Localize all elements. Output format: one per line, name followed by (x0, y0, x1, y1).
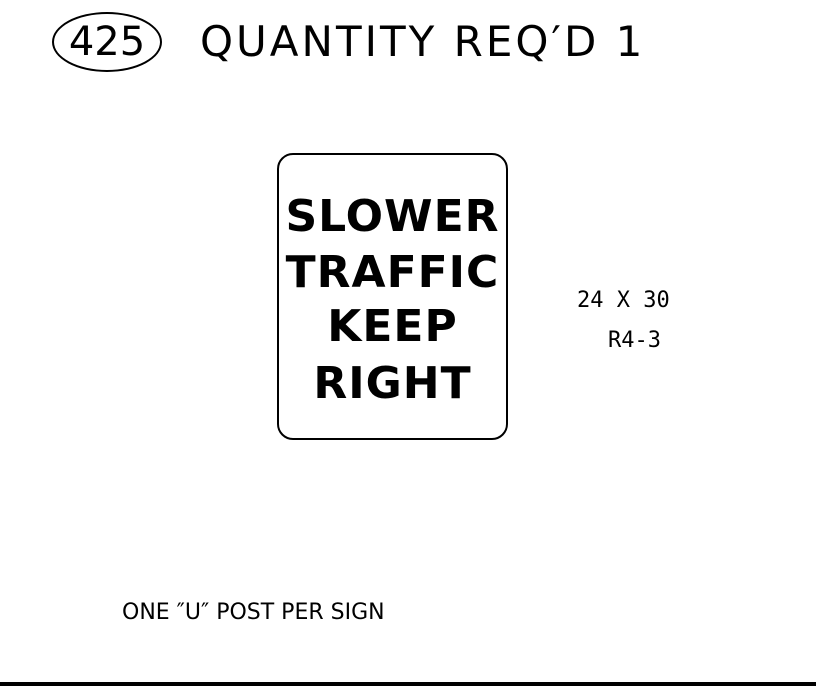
bottom-divider (0, 682, 816, 686)
sign-code-label: R4-3 (608, 328, 661, 353)
sign-panel: SLOWER TRAFFIC KEEP RIGHT (277, 153, 508, 440)
item-number: 425 (68, 19, 146, 65)
sign-size-label: 24 X 30 (577, 288, 670, 313)
quantity-required-label: QUANTITY REQ′D 1 (200, 17, 646, 66)
sign-line-3: KEEP (327, 301, 458, 352)
sign-line-2: TRAFFIC (285, 247, 500, 298)
item-number-oval: 425 (52, 12, 162, 72)
sign-line-1: SLOWER (285, 191, 500, 242)
sign-line-4: RIGHT (313, 358, 472, 409)
post-note: ONE ″U″ POST PER SIGN (122, 600, 385, 625)
